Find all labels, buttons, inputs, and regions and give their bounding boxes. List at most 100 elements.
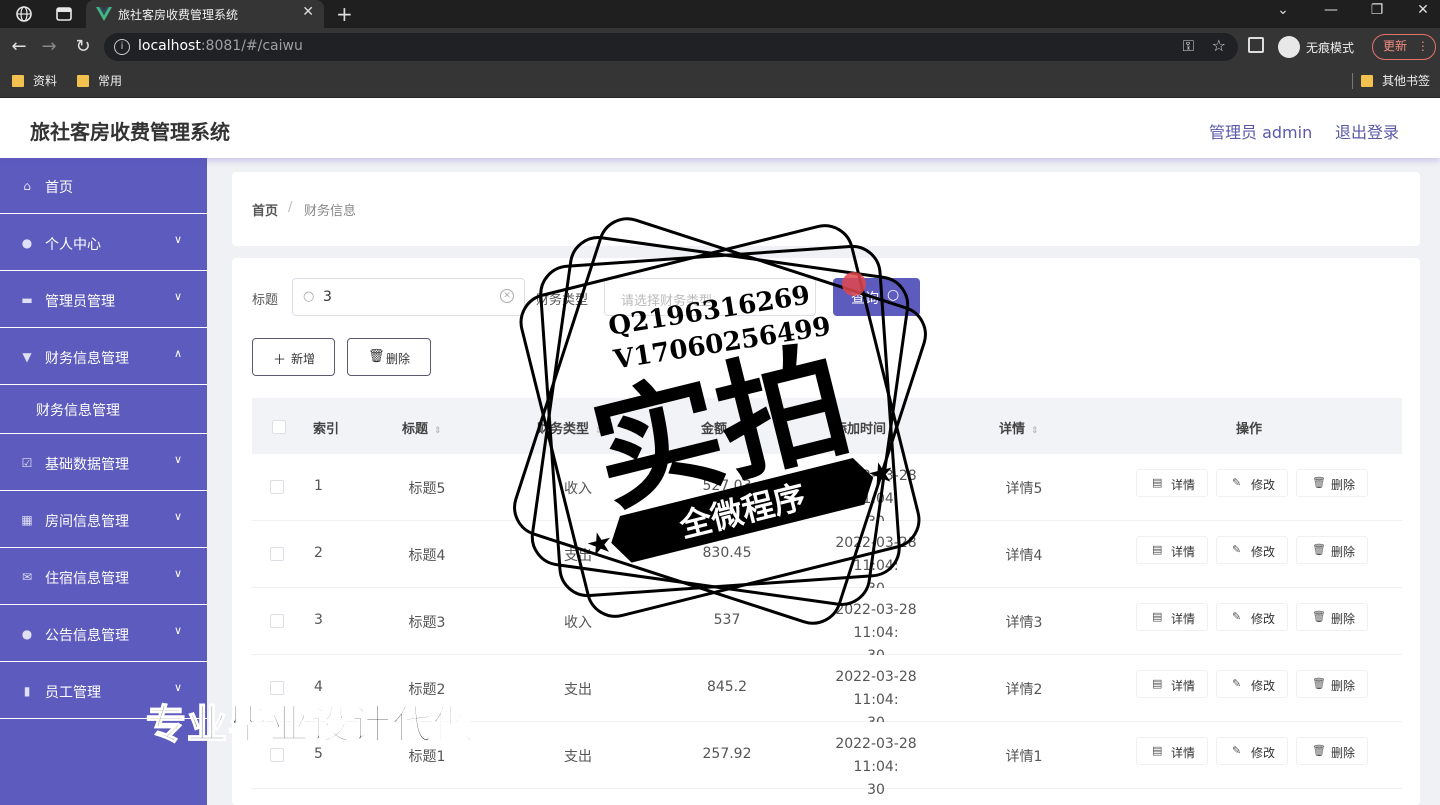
sidebar-item-rooms[interactable]: ▦ 房间信息管理 ∨ xyxy=(0,492,207,548)
bookmark-label: 常用 xyxy=(98,74,123,88)
tab-grid-icon[interactable] xyxy=(54,4,74,24)
row-edit-button[interactable]: ✎ 修改 xyxy=(1216,536,1288,564)
document-icon: ▤ xyxy=(1152,744,1163,757)
row-checkbox[interactable] xyxy=(270,748,284,762)
cell-index: 1 xyxy=(314,478,323,494)
row-delete-button[interactable]: 🗑 删除 xyxy=(1296,670,1368,698)
clear-icon[interactable]: ✕ xyxy=(500,289,514,303)
header-type[interactable]: 财务类型 ⇕ xyxy=(537,418,603,437)
row-checkbox[interactable] xyxy=(270,614,284,628)
sidebar-item-notices[interactable]: ● 公告信息管理 ∨ xyxy=(0,606,207,662)
active-tab[interactable]: 旅社客房收费管理系统 ✕ xyxy=(86,0,324,28)
current-user-label: 管理员 admin xyxy=(1209,123,1313,142)
edit-icon: ✎ xyxy=(1232,610,1242,623)
sort-icon: ⇕ xyxy=(1031,426,1039,436)
sidebar-item-admins[interactable]: ▬ 管理员管理 ∨ xyxy=(0,272,207,328)
sidebar-subitem-label: 财务信息管理 xyxy=(36,403,120,419)
checklist-icon: ☑ xyxy=(21,456,33,470)
address-toolbar: ← → ↻ i localhost:8081/#/caiwu ⚿ ☆ 无痕模式 … xyxy=(0,28,1440,66)
incognito-indicator[interactable]: 无痕模式 xyxy=(1278,36,1354,58)
bookmark-folder-1[interactable]: 资料 xyxy=(12,72,57,89)
sidebar-item-basic-data[interactable]: ☑ 基础数据管理 ∨ xyxy=(0,435,207,491)
folder-icon xyxy=(1361,74,1373,87)
edit-icon: ✎ xyxy=(1232,476,1242,489)
url-text[interactable]: localhost:8081/#/caiwu xyxy=(138,38,303,54)
row-detail-button[interactable]: ▤ 详情 xyxy=(1136,737,1208,765)
batch-delete-button[interactable]: 🗑 删除 xyxy=(347,338,431,376)
sidebar-item-label: 个人中心 xyxy=(45,237,101,253)
breadcrumb-home[interactable]: 首页 xyxy=(252,200,278,219)
chevron-down-icon[interactable]: ⌄ xyxy=(1268,2,1298,18)
cell-time-line1: 2022-03-28 11:04: xyxy=(835,602,917,641)
other-bookmarks[interactable]: 其他书签 xyxy=(1352,72,1430,89)
bookmark-star-icon[interactable]: ☆ xyxy=(1212,36,1226,55)
info-icon[interactable]: i xyxy=(114,39,130,55)
edit-icon: ✎ xyxy=(1232,744,1242,757)
type-select[interactable]: 请选择财务类型 ∨ xyxy=(604,278,816,316)
edit-label: 修改 xyxy=(1251,746,1276,760)
update-button[interactable]: 更新 ⋮ xyxy=(1372,34,1436,60)
cell-time-line2: 30 xyxy=(867,782,885,798)
tab-close-icon[interactable]: ✕ xyxy=(302,4,314,20)
globe-icon[interactable] xyxy=(14,4,34,24)
row-delete-button[interactable]: 🗑 删除 xyxy=(1296,603,1368,631)
delete-label: 删除 xyxy=(1331,679,1356,693)
key-icon[interactable]: ⚿ xyxy=(1183,37,1194,55)
cell-amount: 845.2 xyxy=(706,679,748,695)
sidebar-item-lodging[interactable]: ✉ 住宿信息管理 ∨ xyxy=(0,549,207,605)
row-edit-button[interactable]: ✎ 修改 xyxy=(1216,670,1288,698)
delete-label: 删除 xyxy=(1331,478,1356,492)
bookmark-folder-2[interactable]: 常用 xyxy=(77,72,122,89)
cell-detail: 详情2 xyxy=(1005,682,1043,698)
pin-icon: ▼ xyxy=(22,350,32,364)
edit-icon: ✎ xyxy=(1232,543,1242,556)
url-bar[interactable]: i localhost:8081/#/caiwu ⚿ ☆ xyxy=(104,33,1238,61)
reload-icon[interactable]: ↻ xyxy=(72,36,94,57)
cell-type: 支出 xyxy=(564,749,592,765)
row-edit-button[interactable]: ✎ 修改 xyxy=(1216,469,1288,497)
restore-icon[interactable]: ❐ xyxy=(1362,2,1392,18)
row-checkbox[interactable] xyxy=(270,547,284,561)
title-search-input[interactable]: ○ 3 ✕ xyxy=(292,278,525,316)
row-edit-button[interactable]: ✎ 修改 xyxy=(1216,737,1288,765)
trash-icon: 🗑 xyxy=(1312,476,1326,489)
breadcrumb-current: 财务信息 xyxy=(304,204,357,219)
row-detail-button[interactable]: ▤ 详情 xyxy=(1136,469,1208,497)
new-tab-icon[interactable]: + xyxy=(336,2,353,26)
sidebar-item-finance[interactable]: ▼ 财务信息管理 ∧ xyxy=(0,329,207,385)
window-close-icon[interactable]: ✕ xyxy=(1408,2,1438,18)
row-checkbox[interactable] xyxy=(270,480,284,494)
trash-icon: 🗑 xyxy=(368,349,385,364)
archive-icon: ▬ xyxy=(21,293,33,307)
header-time[interactable]: 添加时间 ⇕ xyxy=(834,418,900,437)
header-title[interactable]: 标题 ⇕ xyxy=(402,418,442,437)
type-filter-label: 财务类型 xyxy=(536,293,589,308)
cell-amount: 537 xyxy=(713,612,741,628)
select-all-checkbox[interactable] xyxy=(272,420,286,434)
logout-link[interactable]: 退出登录 xyxy=(1335,119,1399,143)
row-delete-button[interactable]: 🗑 删除 xyxy=(1296,737,1368,765)
row-delete-button[interactable]: 🗑 删除 xyxy=(1296,536,1368,564)
header-amount[interactable]: 金额 ⇕ xyxy=(701,418,741,437)
forward-arrow-icon[interactable]: → xyxy=(38,36,60,57)
back-arrow-icon[interactable]: ← xyxy=(8,36,30,57)
minimize-icon[interactable]: — xyxy=(1316,2,1346,18)
row-detail-button[interactable]: ▤ 详情 xyxy=(1136,670,1208,698)
side-panel-icon[interactable] xyxy=(1248,37,1264,53)
row-detail-button[interactable]: ▤ 详情 xyxy=(1136,603,1208,631)
sidebar-item-label: 员工管理 xyxy=(45,685,101,701)
sidebar-item-profile[interactable]: ● 个人中心 ∨ xyxy=(0,215,207,271)
header-detail[interactable]: 详情 ⇕ xyxy=(999,418,1039,437)
sidebar-item-home[interactable]: ⌂ 首页 xyxy=(0,158,207,214)
cell-title: 标题3 xyxy=(408,615,446,631)
row-delete-button[interactable]: 🗑 删除 xyxy=(1296,469,1368,497)
query-button[interactable]: 查询 ○ xyxy=(833,278,920,316)
header-index: 索引 xyxy=(313,422,340,437)
document-icon: ▤ xyxy=(1152,677,1163,690)
row-detail-button[interactable]: ▤ 详情 xyxy=(1136,536,1208,564)
header-amount-label: 金额 xyxy=(701,422,728,437)
breadcrumb: 首页 / 财务信息 xyxy=(232,172,1420,246)
add-button[interactable]: ＋ 新增 xyxy=(252,338,335,376)
row-edit-button[interactable]: ✎ 修改 xyxy=(1216,603,1288,631)
sidebar-subitem-finance[interactable]: 财务信息管理 xyxy=(0,386,207,434)
